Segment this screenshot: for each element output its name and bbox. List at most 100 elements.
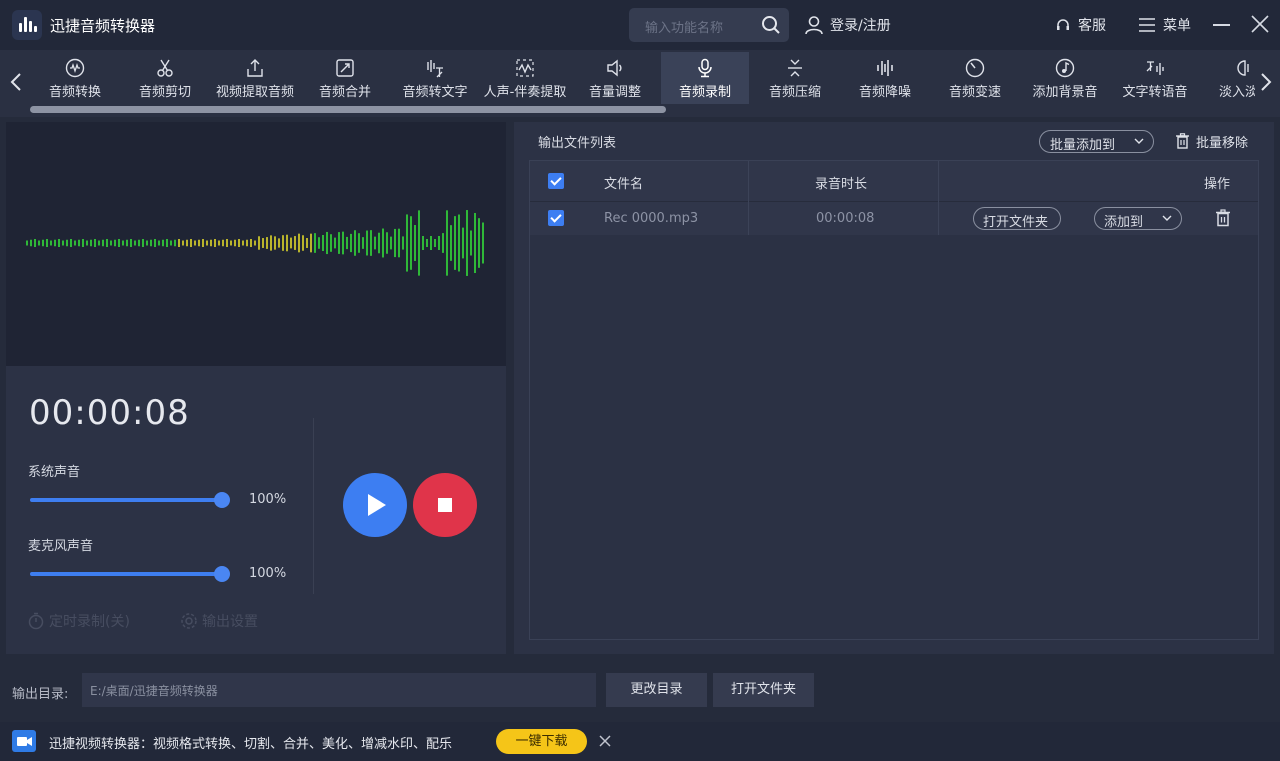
wave-bar [310, 233, 312, 253]
wave-bar [450, 225, 452, 261]
wave-bar [66, 239, 68, 247]
wave-bar [146, 240, 148, 246]
divider [313, 418, 314, 594]
search-icon[interactable] [761, 15, 781, 35]
file-list-title: 输出文件列表 [538, 136, 617, 151]
tool-scissors[interactable]: 音频剪切 [121, 52, 209, 104]
change-dir-button[interactable]: 更改目录 [606, 673, 707, 707]
wave-bar [354, 230, 356, 256]
tool-strip: 音频转换 音频剪切 视频提取音频 音频合并 音频转文字 人声-伴奏提取 音量调整 音频录制 音频… [30, 50, 1255, 106]
wave-bar [206, 240, 208, 246]
wave-bar [210, 239, 212, 247]
wave-bar [446, 210, 448, 276]
waveform-panel [6, 122, 506, 366]
table-row[interactable]: Rec 0000.mp3 00:00:08 打开文件夹 添加到 [530, 201, 1258, 235]
wave-bar [298, 233, 300, 253]
tool-text-to-speech[interactable]: 文字转语音 [1111, 52, 1199, 104]
wave-bar [26, 240, 28, 246]
wave-bar [126, 239, 128, 247]
row-checkbox[interactable] [548, 210, 564, 226]
output-settings-button[interactable]: 输出设置 [180, 611, 258, 631]
customer-service-button[interactable]: 客服 [1055, 14, 1106, 36]
wave-bar [426, 239, 428, 247]
wave-bar [30, 239, 32, 247]
vocal-extract-icon [516, 59, 534, 77]
wave-bar [342, 231, 344, 255]
file-duration: 00:00:08 [816, 211, 875, 226]
login-button[interactable]: 登录/注册 [804, 14, 891, 36]
tool-speaker[interactable]: 音量调整 [571, 52, 659, 104]
trash-icon[interactable] [1215, 209, 1231, 227]
tool-label: 淡入淡出 [1218, 85, 1255, 100]
tool-speech-to-text[interactable]: 音频转文字 [391, 52, 479, 104]
slider-knob[interactable] [214, 566, 230, 582]
wave-bar [34, 239, 36, 247]
timer-record-toggle[interactable]: 定时录制(关) [27, 611, 130, 631]
wave-bar [178, 239, 180, 247]
close-window-icon[interactable] [1250, 14, 1270, 34]
play-button[interactable] [343, 473, 407, 537]
search-box[interactable]: 输入功能名称 [629, 8, 789, 42]
wave-bar [430, 236, 432, 250]
tool-merge[interactable]: 音频合并 [301, 52, 389, 104]
select-all-checkbox[interactable] [548, 173, 564, 189]
wave-bar [250, 239, 252, 247]
wave-bar [290, 237, 292, 249]
wave-bar [470, 230, 472, 256]
tool-vocal-extract[interactable]: 人声-伴奏提取 [481, 52, 569, 104]
minimize-button[interactable] [1213, 24, 1230, 26]
open-folder-button[interactable]: 打开文件夹 [973, 207, 1061, 230]
download-button[interactable]: 一键下载 [496, 729, 587, 754]
tool-equalizer[interactable]: 音频降噪 [841, 52, 929, 104]
wave-bar [94, 239, 96, 247]
stop-button[interactable] [413, 473, 477, 537]
tool-speed-dial[interactable]: 音频变速 [931, 52, 1019, 104]
batch-add-dropdown[interactable]: 批量添加到 [1039, 130, 1154, 153]
scissors-icon [157, 59, 173, 77]
chevron-right-icon[interactable] [1256, 68, 1276, 96]
wave-bar [154, 239, 156, 247]
column-header-duration: 录音时长 [815, 177, 868, 192]
tool-microphone[interactable]: 音频录制 [661, 52, 749, 104]
wave-bar [78, 239, 80, 247]
tool-waveform-circle[interactable]: 音频转换 [31, 52, 119, 104]
open-folder-bottom-button[interactable]: 打开文件夹 [713, 673, 814, 707]
system-sound-slider[interactable] [30, 492, 230, 508]
column-header-actions: 操作 [1204, 177, 1231, 192]
wave-bar [218, 240, 220, 246]
menu-button[interactable]: 菜单 [1138, 14, 1191, 36]
waveform [26, 210, 484, 276]
wave-bar [302, 235, 304, 251]
output-dir-label: 输出目录: [12, 687, 69, 702]
tool-compress[interactable]: 音频压缩 [751, 52, 839, 104]
wave-bar [338, 232, 340, 254]
wave-bar [382, 228, 384, 258]
batch-remove-button[interactable]: 批量移除 [1175, 131, 1248, 151]
headset-icon [1057, 19, 1069, 30]
tool-upload[interactable]: 视频提取音频 [211, 52, 299, 104]
login-label: 登录/注册 [830, 18, 891, 34]
compress-icon [788, 59, 802, 77]
close-icon[interactable] [598, 734, 612, 748]
tool-music-note[interactable]: 添加背景音 [1021, 52, 1109, 104]
wave-bar [266, 237, 268, 249]
gear-icon [181, 613, 197, 629]
text-to-speech-icon [1146, 61, 1164, 75]
wave-bar [106, 239, 108, 247]
upload-icon [247, 59, 263, 77]
wave-bar [366, 230, 368, 256]
add-to-dropdown[interactable]: 添加到 [1094, 207, 1182, 230]
wave-bar [242, 240, 244, 246]
tool-fade[interactable]: 淡入淡出 [1201, 52, 1255, 104]
wave-bar [394, 228, 396, 258]
mic-sound-slider[interactable] [30, 566, 230, 582]
toolbar-scrollbar[interactable] [30, 106, 666, 113]
search-input[interactable]: 输入功能名称 [645, 17, 723, 36]
column-divider [938, 161, 939, 235]
wave-bar [438, 236, 440, 250]
chevron-left-icon[interactable] [6, 68, 26, 96]
output-dir-input[interactable] [82, 673, 596, 707]
wave-bar [238, 239, 240, 247]
slider-knob[interactable] [214, 492, 230, 508]
mic-sound-label: 麦克风声音 [28, 539, 94, 554]
